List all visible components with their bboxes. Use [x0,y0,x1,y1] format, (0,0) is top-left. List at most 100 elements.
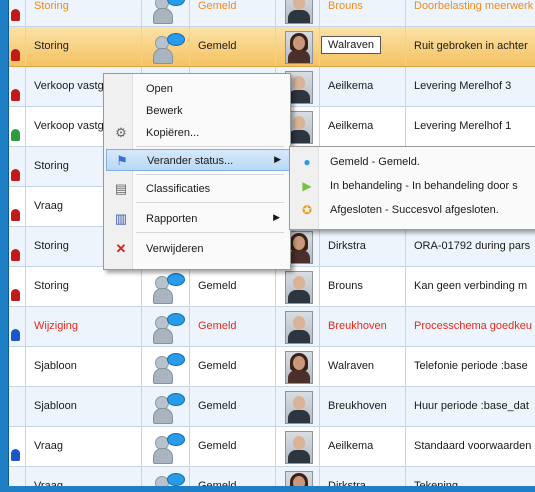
table-row[interactable]: Storing Gemeld Brouns Kan geen verbinding m [9,267,535,307]
status-cell: Gemeld [189,387,276,426]
person-bubble-icon [153,431,185,464]
description-label: Standaard voorwaarden [414,440,532,452]
avatar-cell [275,387,320,426]
menu-item-copy[interactable]: ⚙ Kopiëren... [106,122,288,144]
type-label: Vraag [34,200,63,212]
person-label: Dirkstra [328,480,366,486]
person-label: Aeilkema [328,440,374,452]
status-icon-cell [141,267,190,306]
flag-cell [9,67,26,106]
status-cell: Gemeld [189,27,276,66]
table-row[interactable]: Wijziging Gemeld Breukhoven Processchema go… [9,307,535,347]
menu-item-label: Open [146,83,173,95]
submenu-item-in-progress[interactable]: ▶ In behandeling - In behandeling door s [292,175,535,197]
table-row[interactable]: Storing Gemeld Walraven Ruit gebroken in ac… [9,27,535,67]
table-row[interactable]: Vraag Gemeld Aeilkema Standaard voorwaarden [9,427,535,467]
flag-cell [9,227,26,266]
menu-item-change-status[interactable]: ⚑ Verander status... ▶ [106,149,290,171]
type-cell: Vraag [25,467,142,486]
flag-cell [9,267,26,306]
description-cell: Levering Merelhof 1 [405,107,535,146]
type-cell: Vraag [25,427,142,466]
type-cell: Storing [25,27,142,66]
status-cell: Gemeld [189,347,276,386]
priority-flag-icon [11,129,20,141]
submenu-item-reported[interactable]: ● Gemeld - Gemeld. [292,151,535,173]
description-cell: Tekening [405,467,535,486]
table-row[interactable]: Sjabloon Gemeld Breukhoven Huur periode :ba… [9,387,535,427]
menu-item-label: Bewerk [146,105,183,117]
type-cell: Wijziging [25,307,142,346]
description-label: Levering Merelhof 3 [414,80,512,92]
menu-item-reports[interactable]: ▥ Rapporten ▶ [106,208,288,230]
flag-cell [9,307,26,346]
type-cell: Storing [25,267,142,306]
status-label: Gemeld [198,480,237,486]
submenu-item-closed[interactable]: ✪ Afgesloten - Succesvol afgesloten. [292,199,535,221]
menu-item-label: Kopiëren... [146,127,200,139]
priority-flag-icon [11,249,20,261]
menu-item-label: Verwijderen [146,243,204,255]
status-icon-cell [141,307,190,346]
person-bubble-icon [153,271,185,304]
submenu-item-label: Gemeld - Gemeld. [330,156,420,168]
avatar [285,351,313,384]
avatar [285,431,313,464]
description-cell: Ruit gebroken in achter [405,27,535,66]
description-cell: Kan geen verbinding m [405,267,535,306]
table-row[interactable]: Storing Gemeld Brouns Doorbelasting meerwer… [9,0,535,27]
description-cell: Telefonie periode :base [405,347,535,386]
avatar-cell [275,267,320,306]
menu-item-open[interactable]: Open [106,78,288,100]
person-label: Aeilkema [328,80,374,92]
status-label: Gemeld [198,40,237,52]
person-bubble-icon [153,471,185,486]
type-label: Vraag [34,440,63,452]
description-label: Levering Merelhof 1 [414,120,512,132]
table-row[interactable]: Sjabloon Gemeld Walraven Telefonie periode … [9,347,535,387]
award-icon: ✪ [301,203,313,217]
type-label: Storing [34,0,69,12]
description-label: Ruit gebroken in achter [414,40,528,52]
avatar-cell [275,0,320,26]
priority-flag-icon [11,449,20,461]
description-cell: Doorbelasting meerwerk [405,0,535,26]
menu-item-classifications[interactable]: ▤ Classificaties [106,178,288,200]
type-cell: Sjabloon [25,347,142,386]
status-icon-cell [141,347,190,386]
copy-icon: ⚙ [115,125,127,140]
priority-flag-icon [11,289,20,301]
report-icon: ▥ [114,211,128,226]
person-bubble-icon [153,351,185,384]
avatar [285,271,313,304]
menu-item-delete[interactable]: ✕ Verwijderen [106,238,288,260]
menu-separator [136,202,284,203]
delete-icon: ✕ [115,241,127,256]
avatar [285,311,313,344]
type-label: Storing [34,240,69,252]
flag-cell [9,0,26,26]
avatar-cell [275,307,320,346]
status-label: Gemeld [198,440,237,452]
flag-cell [9,427,26,466]
flag-cell [9,467,26,486]
avatar [285,0,313,24]
type-label: Storing [34,280,69,292]
menu-separator [136,174,284,175]
status-label: Gemeld [198,320,237,332]
avatar [285,31,313,64]
menu-item-label: Classificaties [146,183,211,195]
person-label: Dirkstra [328,240,366,252]
person-label: Walraven [321,36,382,54]
menu-item-edit[interactable]: Bewerk [106,100,288,122]
description-label: Telefonie periode :base [414,360,528,372]
table-row[interactable]: Vraag Gemeld Dirkstra Tekening [9,467,535,486]
tag-icon: ▤ [114,181,128,196]
submenu-arrow-icon: ▶ [273,212,280,222]
type-label: Vraag [34,480,63,486]
priority-flag-icon [11,89,20,101]
person-cell: Aeilkema [319,427,406,466]
person-label: Walraven [328,360,375,372]
menu-item-label: Rapporten [146,213,198,225]
status-label: Gemeld [198,400,237,412]
